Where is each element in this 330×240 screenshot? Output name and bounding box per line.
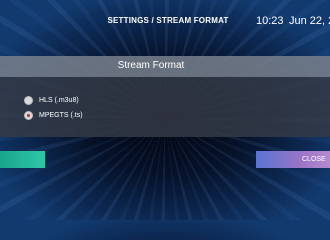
clock-time: 10:23 — [256, 15, 284, 27]
clock-date: Jun 22, 20 — [289, 15, 330, 27]
option-mpegts-label: MPEGTS (.ts) — [39, 111, 83, 119]
ok-button[interactable] — [0, 151, 45, 168]
radio-unselected-icon[interactable] — [24, 95, 33, 105]
dialog-body — [0, 77, 330, 137]
page-title: SETTINGS / STREAM FORMAT — [107, 16, 229, 25]
option-hls[interactable]: HLS (.m3u8) — [24, 94, 79, 106]
dialog-title: Stream Format — [117, 60, 185, 71]
option-mpegts[interactable]: MPEGTS (.ts) — [24, 109, 83, 121]
dialog-header: Stream Format — [0, 56, 330, 77]
close-button[interactable]: CLOSE — [256, 151, 330, 168]
radio-selected-icon[interactable] — [24, 110, 33, 120]
option-hls-label: HLS (.m3u8) — [39, 96, 79, 104]
